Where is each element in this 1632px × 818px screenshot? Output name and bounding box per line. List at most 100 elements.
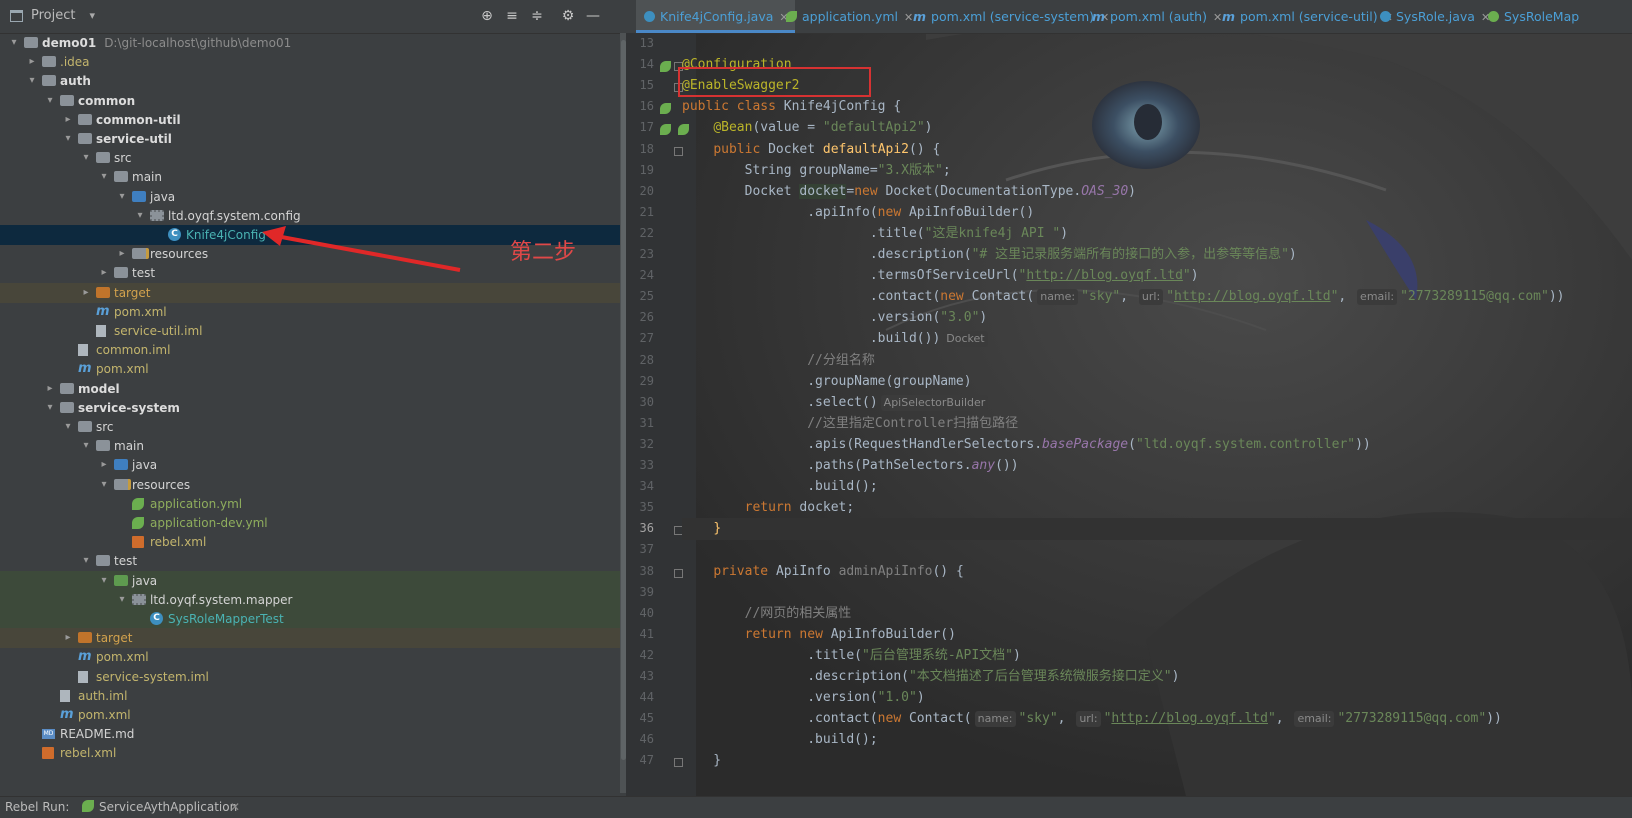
tree-row[interactable]: service-util.iml (0, 321, 626, 341)
tree-row[interactable]: ▸ java (0, 455, 626, 475)
tree-row[interactable]: ▾ common (0, 91, 626, 111)
code-line[interactable]: .version("3.0") (682, 307, 987, 329)
tree-row[interactable]: ▾ demo01 D:\git-localhost\github\demo01 (0, 33, 626, 53)
chevron-down-icon[interactable]: ▾ (62, 417, 74, 437)
tree-row[interactable]: C SysRoleMapperTest (0, 609, 626, 629)
code-line[interactable]: public Docket defaultApi2() { (682, 139, 940, 161)
code-line[interactable]: .select() ApiSelectorBuilder (682, 392, 991, 414)
chevron-down-icon[interactable]: ▾ (26, 71, 38, 91)
tree-row[interactable]: rebel.xml (0, 532, 626, 552)
editor-tab[interactable]: SysRole.java ✕ (1372, 0, 1496, 33)
tree-row[interactable]: m pom.xml (0, 302, 626, 322)
chevron-right-icon[interactable]: ▸ (80, 283, 92, 303)
code-line[interactable]: //网页的相关属性 (682, 603, 852, 625)
tree-row[interactable]: ▾ resources (0, 475, 626, 495)
tree-row[interactable]: service-system.iml (0, 667, 626, 687)
spring-bean-icon[interactable] (660, 103, 671, 115)
tree-row[interactable]: application.yml (0, 494, 626, 514)
tree-row[interactable]: ▸ model (0, 379, 626, 399)
chevron-right-icon[interactable]: ▸ (116, 244, 128, 264)
expand-all-icon[interactable]: ≡ (503, 7, 521, 25)
code-line[interactable]: Docket docket=new Docket(DocumentationTy… (682, 181, 1136, 203)
code-line[interactable]: //这里指定Controller扫描包路径 (682, 413, 1018, 435)
editor-tab[interactable]: Knife4jConfig.java ✕ (636, 0, 795, 33)
code-line[interactable]: @Bean(value = "defaultApi2") (682, 117, 932, 139)
code-editor[interactable]: Knife4jConfig.java ✕ application.yml ✕ m pom.… (626, 0, 1632, 796)
code-line[interactable]: } (682, 518, 1632, 541)
close-icon[interactable]: ✕ (230, 797, 240, 818)
code-line[interactable]: .apis(RequestHandlerSelectors.basePackag… (682, 434, 1371, 456)
tree-row[interactable]: ▸ target (0, 628, 626, 649)
tree-row[interactable]: m pom.xml (0, 705, 626, 725)
chevron-down-icon[interactable]: ▾ (89, 9, 95, 22)
chevron-right-icon[interactable]: ▸ (62, 628, 74, 648)
spring-bean-icon[interactable] (660, 61, 671, 73)
tree-row[interactable]: ▾ main (0, 167, 626, 187)
code-line[interactable]: return new ApiInfoBuilder() (682, 624, 956, 646)
code-line[interactable]: .description("本文档描述了后台管理系统微服务接口定义") (682, 666, 1179, 688)
code-line[interactable]: .apiInfo(new ApiInfoBuilder() (682, 202, 1034, 224)
tree-row[interactable]: ▸ .idea (0, 52, 626, 72)
code-line[interactable]: return docket; (682, 497, 855, 519)
chevron-down-icon[interactable]: ▾ (116, 590, 128, 610)
tree-row[interactable]: ▸ common-util (0, 110, 626, 130)
chevron-right-icon[interactable]: ▸ (26, 52, 38, 72)
code-line[interactable]: .version("1.0") (682, 687, 924, 709)
code-line[interactable]: .title("后台管理系统-API文档") (682, 645, 1021, 667)
chevron-right-icon[interactable]: ▸ (98, 455, 110, 475)
chevron-right-icon[interactable]: ▸ (98, 263, 110, 283)
chevron-down-icon[interactable]: ▾ (80, 436, 92, 456)
code-line[interactable]: .contact(new Contact(name: "sky", url: "ht… (682, 286, 1564, 308)
tree-row[interactable]: ▾ auth (0, 71, 626, 91)
tree-row[interactable]: ▾ java (0, 570, 626, 591)
code-line[interactable]: .title("这是knife4j API ") (682, 223, 1068, 245)
tree-row[interactable]: ▾ src (0, 148, 626, 168)
chevron-right-icon[interactable]: ▸ (62, 110, 74, 130)
chevron-down-icon[interactable]: ▾ (80, 148, 92, 168)
tree-row[interactable]: ▾ service-util (0, 129, 626, 149)
tree-row[interactable]: application-dev.yml (0, 513, 626, 533)
code-line[interactable]: .contact(new Contact(name: "sky", url: "ht… (682, 708, 1502, 730)
tree-row[interactable]: ▾ java (0, 187, 626, 207)
tree-row[interactable]: MD README.md (0, 724, 626, 744)
chevron-right-icon[interactable]: ▸ (44, 379, 56, 399)
code-line[interactable]: .description("# 这里记录服务端所有的接口的入参，出参等等信息") (682, 244, 1297, 266)
tree-row[interactable]: ▾ test (0, 551, 626, 571)
code-line[interactable]: public class Knife4jConfig { (682, 96, 901, 118)
project-view-selector[interactable]: Project ▾ (10, 8, 95, 23)
tree-row[interactable]: ▾ ltd.oyqf.system.config (0, 206, 626, 226)
tree-row[interactable]: m pom.xml (0, 359, 626, 379)
code-line[interactable]: String groupName="3.X版本"; (682, 160, 951, 182)
code-line[interactable]: .build(); (682, 476, 877, 498)
run-config-tab[interactable]: ServiceAythApplication (82, 797, 237, 818)
code-line[interactable]: .build()) Docket (682, 328, 991, 350)
gear-icon[interactable]: ⚙ (559, 7, 577, 25)
code-line[interactable]: .termsOfServiceUrl("http://blog.oyqf.ltd… (682, 265, 1199, 287)
tree-row[interactable]: ▸ target (0, 282, 626, 303)
code-line[interactable]: } (682, 750, 721, 772)
chevron-down-icon[interactable]: ▾ (134, 206, 146, 226)
chevron-down-icon[interactable]: ▾ (98, 475, 110, 495)
code-line[interactable]: .build(); (682, 729, 877, 751)
tree-row[interactable]: ▾ service-system (0, 398, 626, 418)
locate-icon[interactable]: ⊕ (478, 7, 496, 25)
code-line[interactable]: private ApiInfo adminApiInfo() { (682, 561, 963, 583)
tree-row[interactable]: common.iml (0, 340, 626, 360)
chevron-down-icon[interactable]: ▾ (44, 398, 56, 418)
tree-row[interactable]: ▾ ltd.oyqf.system.mapper (0, 589, 626, 610)
tree-row[interactable]: rebel.xml (0, 743, 626, 763)
tree-row[interactable]: ▾ src (0, 417, 626, 437)
hide-icon[interactable]: — (584, 7, 602, 25)
spring-bean-icon[interactable] (660, 124, 671, 136)
collapse-all-icon[interactable]: ≑ (528, 7, 546, 25)
code-line[interactable]: //分组名称 (682, 350, 875, 372)
chevron-down-icon[interactable]: ▾ (62, 129, 74, 149)
chevron-down-icon[interactable]: ▾ (8, 33, 20, 53)
tree-row[interactable]: auth.iml (0, 686, 626, 706)
code-line[interactable]: .paths(PathSelectors.any()) (682, 455, 1018, 477)
editor-tab[interactable]: SysRoleMap (1480, 0, 1585, 33)
chevron-down-icon[interactable]: ▾ (116, 187, 128, 207)
code-line[interactable]: .groupName(groupName) (682, 371, 971, 393)
chevron-down-icon[interactable]: ▾ (98, 167, 110, 187)
editor-tab[interactable]: m pom.xml (auth) ✕ (1084, 0, 1228, 33)
